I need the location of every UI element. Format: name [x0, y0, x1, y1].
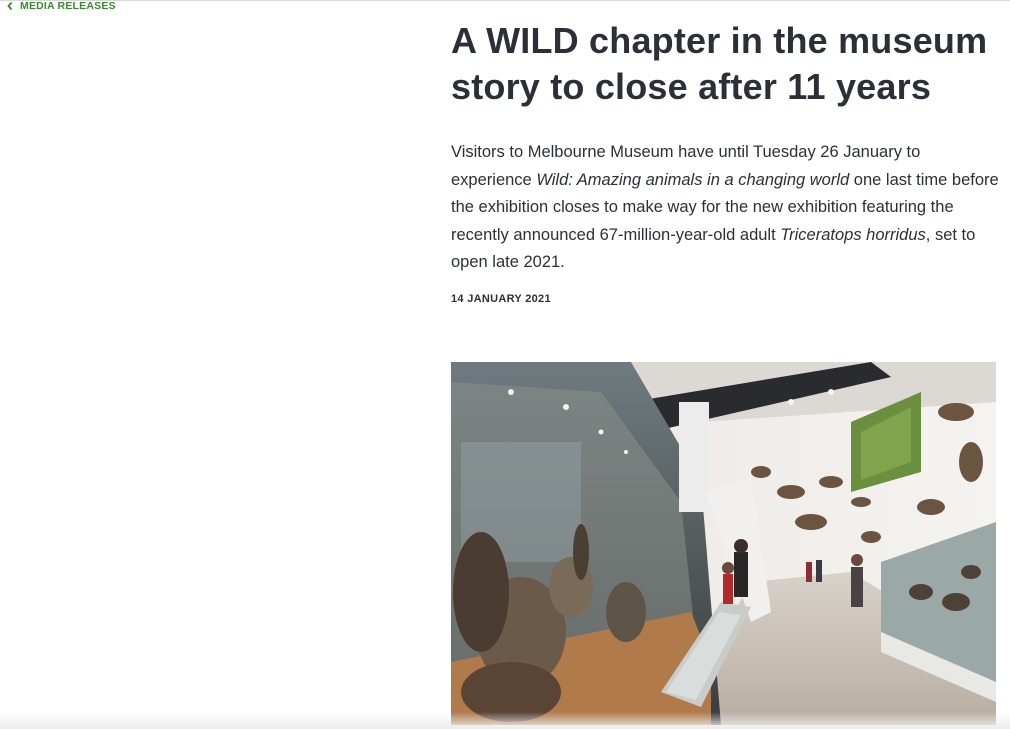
bottom-fade — [0, 712, 1010, 729]
back-link-media-releases[interactable]: MEDIA RELEASES — [6, 0, 116, 12]
chevron-left-icon — [6, 1, 14, 11]
article-title: A WILD chapter in the museum story to cl… — [451, 20, 988, 107]
back-link-label: MEDIA RELEASES — [20, 0, 116, 12]
lead-emphasis-exhibition: Wild: Amazing animals in a changing worl… — [536, 170, 850, 189]
article: A WILD chapter in the museum story to cl… — [451, 18, 999, 305]
top-divider — [0, 0, 1010, 1]
article-lead: Visitors to Melbourne Museum have until … — [451, 139, 999, 277]
publish-date: 14 JANUARY 2021 — [451, 292, 551, 305]
exhibition-photo — [451, 362, 996, 725]
lead-emphasis-species: Triceratops horridus — [780, 225, 926, 244]
